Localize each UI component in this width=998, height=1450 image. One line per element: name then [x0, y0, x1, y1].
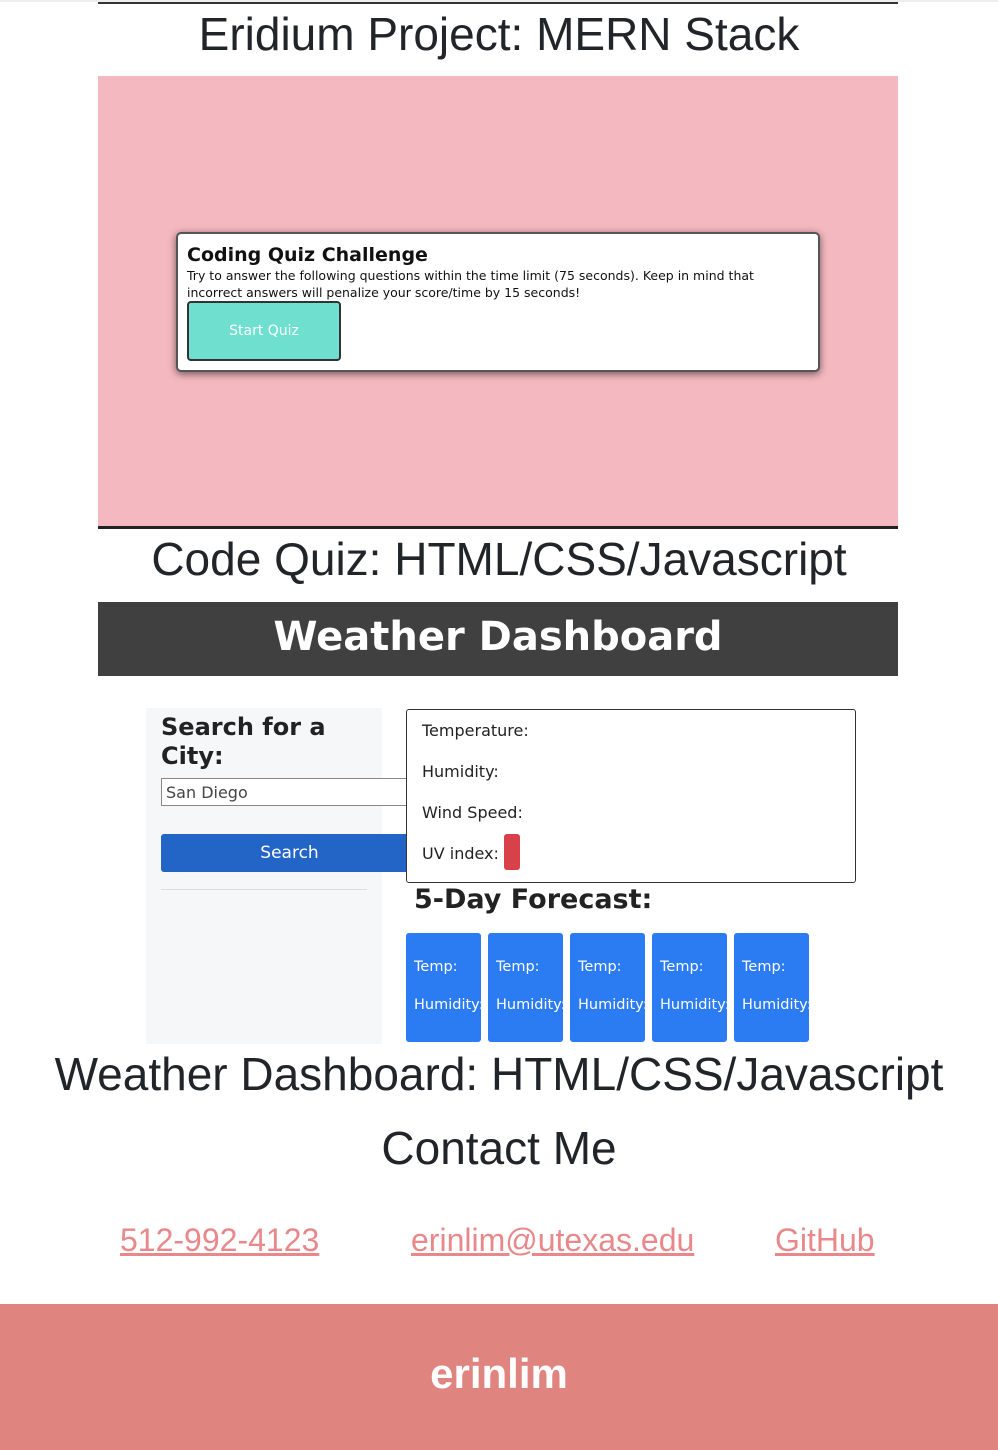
quiz-description: Try to answer the following questions wi…	[187, 268, 754, 300]
quiz-title: Coding Quiz Challenge	[187, 244, 428, 266]
weather-search-panel: Search for a City: San Diego Search	[146, 708, 418, 1044]
temperature-label: Temperature:	[422, 721, 529, 740]
city-search-input[interactable]: San Diego	[161, 778, 413, 806]
search-title: Search for a City:	[161, 713, 326, 770]
weather-dashboard-header: Weather Dashboard	[98, 602, 898, 676]
uv-index-badge	[504, 834, 520, 870]
email-link[interactable]: erinlim@utexas.edu	[411, 1218, 694, 1262]
contact-heading: Contact Me	[381, 1122, 617, 1174]
forecast-card: Temp: Humidity:	[488, 933, 563, 1042]
forecast-card: Temp: Humidity:	[570, 933, 645, 1042]
forecast-humidity: Humidity:	[414, 997, 481, 1013]
code-quiz-screenshot[interactable]: Coding Quiz Challenge Try to answer the …	[98, 76, 898, 528]
forecast-humidity: Humidity:	[742, 997, 809, 1013]
forecast-temp: Temp:	[578, 959, 622, 975]
forecast-title: 5-Day Forecast:	[414, 884, 653, 915]
project-caption-code-quiz: Code Quiz: HTML/CSS/Javascript	[151, 533, 847, 585]
github-link[interactable]: GitHub	[775, 1218, 875, 1262]
forecast-humidity: Humidity:	[578, 997, 645, 1013]
project-caption-weather: Weather Dashboard: HTML/CSS/Javascript	[54, 1048, 944, 1100]
start-quiz-button[interactable]: Start Quiz	[187, 301, 341, 361]
wind-speed-label: Wind Speed:	[422, 803, 523, 822]
footer-name: erinlim	[430, 1350, 568, 1397]
humidity-label: Humidity:	[422, 762, 499, 781]
quiz-image-bottom-edge	[98, 526, 898, 529]
forecast-card: Temp: Humidity:	[652, 933, 727, 1042]
search-button[interactable]: Search	[161, 834, 418, 872]
current-weather-box: Temperature: Humidity: Wind Speed: UV in…	[406, 709, 856, 883]
forecast-card: Temp: Humidity:	[406, 933, 481, 1042]
forecast-temp: Temp:	[414, 959, 458, 975]
project-caption-eridium: Eridium Project: MERN Stack	[198, 8, 800, 60]
uv-index-label: UV index:	[422, 844, 499, 863]
forecast-card: Temp: Humidity:	[734, 933, 809, 1042]
quiz-start-card: Coding Quiz Challenge Try to answer the …	[176, 232, 820, 372]
search-divider	[161, 889, 367, 890]
forecast-humidity: Humidity:	[496, 997, 563, 1013]
forecast-temp: Temp:	[496, 959, 540, 975]
footer: erinlim	[0, 1304, 998, 1450]
forecast-humidity: Humidity:	[660, 997, 727, 1013]
forecast-temp: Temp:	[660, 959, 704, 975]
image-top-border	[98, 2, 898, 4]
phone-link[interactable]: 512-992-4123	[120, 1218, 319, 1262]
forecast-temp: Temp:	[742, 959, 786, 975]
